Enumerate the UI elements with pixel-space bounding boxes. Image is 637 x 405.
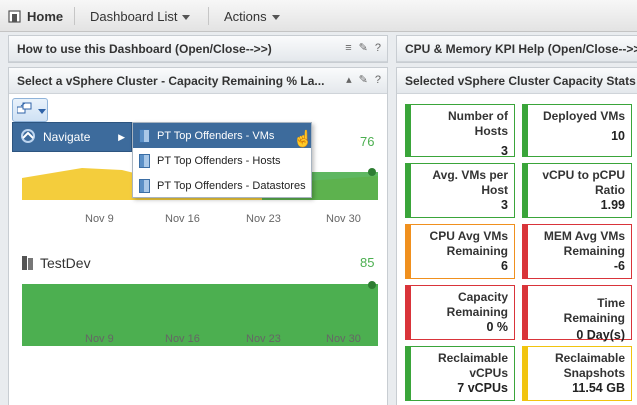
dashboard-list-menu[interactable]: Dashboard List: [90, 0, 191, 32]
hand-cursor-icon: ☝: [293, 131, 313, 148]
tile-label: Time Remaining: [563, 296, 625, 325]
tile-value: 3: [501, 144, 508, 158]
tile-label: CPU Avg VMs Remaining: [429, 229, 508, 258]
chart-point: [368, 281, 376, 289]
home-label: Home: [27, 8, 64, 24]
chevron-down-icon: [271, 14, 280, 20]
tile-deployed-vms[interactable]: Deployed VMs 10: [522, 104, 632, 157]
nav-divider: [74, 7, 75, 25]
cluster-name[interactable]: TestDev: [22, 255, 91, 271]
edit-icon[interactable]: ✎: [359, 74, 368, 87]
cluster-stats-panel-header[interactable]: Selected vSphere Cluster Capacity Stats: [397, 68, 637, 94]
report-icon: [139, 128, 150, 143]
tile-time-remaining[interactable]: Time Remaining 0 Day(s): [522, 285, 632, 342]
tile-value: 0 Day(s): [576, 328, 625, 342]
tile-label: Number of Hosts: [448, 109, 508, 138]
tile-value: 10: [611, 129, 625, 143]
tile-label: vCPU to pCPU Ratio: [542, 168, 625, 197]
top-nav-bar: Home Dashboard List Actions: [0, 0, 637, 32]
navigate-icon: [21, 128, 35, 146]
tile-value: 6: [501, 259, 508, 273]
tile-label: MEM Avg VMs Remaining: [543, 229, 625, 258]
tile-reclaimable-vcpus[interactable]: Reclaimable vCPUs 7 vCPUs: [405, 346, 515, 401]
tile-mem-avg-vms-remaining[interactable]: MEM Avg VMs Remaining -6: [522, 224, 632, 279]
tile-label: Reclaimable vCPUs: [437, 351, 508, 380]
panel-title: CPU & Memory KPI Help (Open/Close-->>): [405, 41, 637, 56]
submenu-item-label: PT Top Offenders - VMs: [157, 129, 275, 142]
submenu-item-hosts[interactable]: PT Top Offenders - Hosts: [133, 148, 311, 173]
cluster-name-label: TestDev: [40, 255, 91, 271]
cluster-select-panel-header[interactable]: Select a vSphere Cluster - Capacity Rema…: [9, 68, 387, 94]
kpi-help-panel: CPU & Memory KPI Help (Open/Close-->>): [396, 35, 637, 63]
panel-title: Selected vSphere Cluster Capacity Stats: [405, 73, 636, 88]
x-tick: Nov 23: [246, 333, 281, 345]
help-icon[interactable]: ?: [375, 74, 381, 87]
dashboard-list-label: Dashboard List: [90, 8, 178, 24]
tile-label: Capacity Remaining: [446, 290, 508, 319]
chevron-right-icon: ▶: [118, 131, 125, 142]
help-icon[interactable]: ?: [375, 42, 381, 55]
x-tick: Nov 30: [326, 213, 361, 225]
home-nav[interactable]: Home: [8, 0, 63, 32]
x-tick: Nov 9: [85, 213, 114, 225]
tile-avg-vms-per-host[interactable]: Avg. VMs per Host 3: [405, 163, 515, 218]
chart-value: 76: [360, 134, 375, 149]
chevron-down-icon: [38, 108, 46, 114]
expand-icon[interactable]: ▴: [346, 74, 352, 87]
tile-label: Deployed VMs: [542, 109, 625, 123]
submenu-item-label: PT Top Offenders - Hosts: [157, 154, 281, 167]
tile-number-of-hosts[interactable]: Number of Hosts 3: [405, 104, 515, 158]
cluster-select-panel: Select a vSphere Cluster - Capacity Rema…: [8, 67, 388, 405]
x-tick: Nov 30: [326, 333, 361, 345]
cluster-icon: [22, 256, 34, 270]
home-icon: [8, 9, 21, 23]
x-tick: Nov 16: [165, 213, 200, 225]
x-tick: Nov 23: [246, 213, 281, 225]
submenu-item-vms[interactable]: PT Top Offenders - VMs ☝: [133, 123, 313, 148]
tile-value: 11.54 GB: [572, 381, 625, 395]
submenu-item-datastores[interactable]: PT Top Offenders - Datastores: [133, 173, 311, 198]
panel-title: How to use this Dashboard (Open/Close-->…: [17, 41, 272, 56]
tile-value: -6: [613, 259, 625, 273]
chevron-down-icon: [182, 14, 191, 20]
nav-divider: [208, 7, 209, 25]
edit-icon[interactable]: ✎: [359, 42, 368, 55]
actions-menu[interactable]: Actions: [224, 0, 280, 32]
tile-reclaimable-snapshots[interactable]: Reclaimable Snapshots 11.54 GB: [522, 346, 632, 401]
report-icon: [139, 153, 150, 168]
x-tick: Nov 16: [165, 333, 200, 345]
tile-cpu-avg-vms-remaining[interactable]: CPU Avg VMs Remaining 6: [405, 224, 515, 279]
chart-point: [368, 168, 376, 176]
chart-area-green: [22, 284, 378, 346]
how-to-panel-header[interactable]: How to use this Dashboard (Open/Close-->…: [9, 36, 387, 62]
x-tick: Nov 9: [85, 333, 114, 345]
tile-value: 0 %: [486, 320, 508, 334]
actions-dropdown-button[interactable]: [12, 98, 48, 122]
actions-label: Actions: [224, 8, 267, 24]
report-icon: [139, 178, 150, 193]
tile-capacity-remaining[interactable]: Capacity Remaining 0 %: [405, 285, 515, 340]
navigate-label: Navigate: [43, 130, 91, 144]
tile-vcpu-to-pcpu-ratio[interactable]: vCPU to pCPU Ratio 1.99: [522, 163, 632, 218]
tile-value: 7 vCPUs: [457, 381, 508, 395]
how-to-panel: How to use this Dashboard (Open/Close-->…: [8, 35, 388, 63]
panel-title: Select a vSphere Cluster - Capacity Rema…: [17, 73, 325, 88]
navigate-menu-item[interactable]: Navigate ▶: [12, 122, 132, 152]
navigate-submenu: PT Top Offenders - VMs ☝ PT Top Offender…: [132, 122, 313, 198]
kpi-help-panel-header[interactable]: CPU & Memory KPI Help (Open/Close-->>): [397, 36, 637, 62]
capacity-chart-2[interactable]: [22, 280, 378, 346]
tile-value: 3: [501, 198, 508, 212]
tile-value: 1.99: [600, 198, 625, 212]
tile-label: Avg. VMs per Host: [432, 168, 508, 197]
navigate-icon: [16, 102, 33, 119]
tile-label: Reclaimable Snapshots: [554, 351, 625, 380]
chart-value: 85: [360, 255, 375, 270]
submenu-item-label: PT Top Offenders - Datastores: [157, 179, 306, 192]
collapse-icon[interactable]: ≡: [345, 42, 351, 55]
